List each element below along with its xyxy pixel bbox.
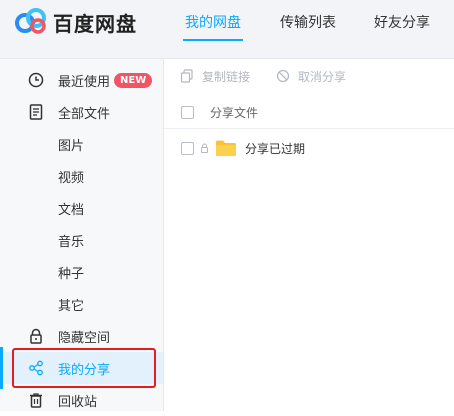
sidebar-item-label: 文档 [58, 203, 85, 218]
brand-name: 百度网盘 [53, 12, 137, 36]
top-header: 百度网盘 我的网盘 传输列表 好友分享 [0, 0, 454, 59]
sidebar-item-label: 隐藏空间 [58, 331, 111, 346]
sidebar-item-recycle-bin[interactable]: 回收站 [0, 384, 163, 416]
sidebar-item-videos[interactable]: 视频 [0, 160, 163, 192]
select-all-checkbox[interactable] [181, 106, 194, 119]
sidebar-item-label: 种子 [58, 267, 85, 282]
tab-transfer-list[interactable]: 传输列表 [280, 12, 336, 32]
sidebar-item-label: 最近使用 [58, 75, 111, 90]
new-badge: NEW [114, 73, 153, 88]
folder-icon [216, 140, 236, 156]
sidebar-item-all-files[interactable]: 全部文件 [0, 96, 163, 128]
cancel-icon [276, 69, 290, 83]
sidebar-item-label: 视频 [58, 171, 85, 186]
column-title-share-files: 分享文件 [210, 106, 259, 120]
copy-link-label: 复制链接 [202, 70, 251, 84]
sidebar-item-other[interactable]: 其它 [0, 288, 163, 320]
tab-my-netdisk[interactable]: 我的网盘 [185, 12, 241, 32]
selected-item-indicator [0, 347, 3, 389]
list-header: 分享文件 [164, 96, 454, 129]
active-tab-indicator [183, 39, 243, 41]
sidebar-item-label: 回收站 [58, 395, 98, 410]
cancel-share-label: 取消分享 [298, 70, 347, 84]
file-name: 分享已过期 [245, 142, 306, 156]
sidebar-item-label: 其它 [58, 299, 85, 314]
sidebar-item-music[interactable]: 音乐 [0, 224, 163, 256]
copy-icon [180, 69, 193, 83]
sidebar-item-documents[interactable]: 文档 [0, 192, 163, 224]
document-icon [29, 104, 43, 120]
sidebar: 最近使用 NEW 全部文件 图片 视频 文档 音乐 种子 其它 隐藏空间 我的分… [0, 59, 164, 411]
sidebar-item-label: 全部文件 [58, 107, 111, 122]
sidebar-item-recent[interactable]: 最近使用 NEW [0, 64, 163, 96]
tab-friend-share[interactable]: 好友分享 [374, 12, 430, 32]
sidebar-item-torrents[interactable]: 种子 [0, 256, 163, 288]
sidebar-item-images[interactable]: 图片 [0, 128, 163, 160]
lock-icon [201, 143, 208, 153]
sidebar-item-label: 音乐 [58, 235, 85, 250]
list-item[interactable]: 分享已过期 [164, 130, 454, 166]
clock-icon [28, 72, 44, 88]
row-checkbox[interactable] [181, 142, 194, 155]
sidebar-item-label: 图片 [58, 139, 85, 154]
toolbar: 复制链接 取消分享 [164, 59, 454, 95]
lock-icon [30, 328, 42, 344]
trash-icon [30, 393, 42, 408]
annotation-highlight-box [12, 348, 156, 388]
baidu-cloud-logo-icon[interactable] [14, 7, 48, 35]
